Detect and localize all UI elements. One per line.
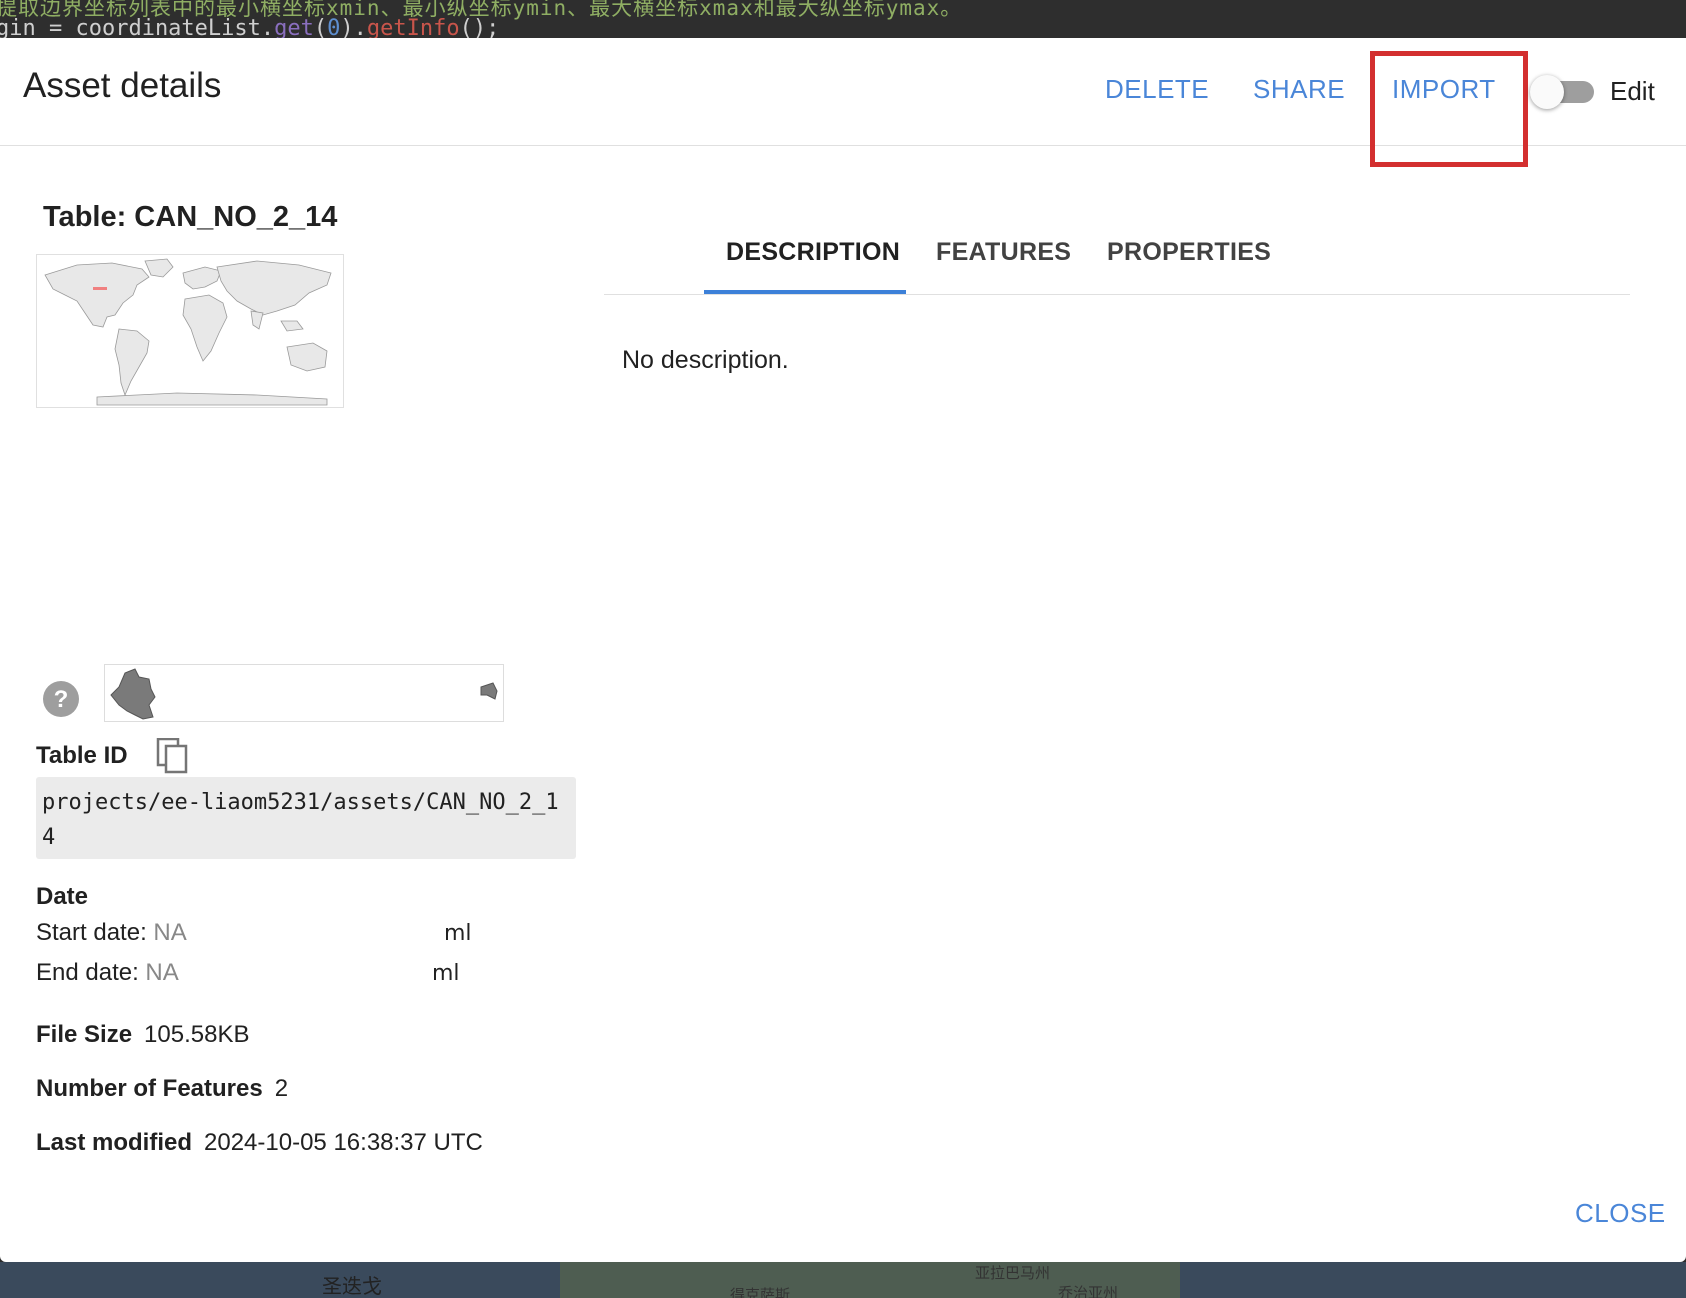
description-text: No description. — [622, 346, 789, 374]
toggle-thumb — [1530, 75, 1564, 109]
feature-count-label: Number of Features — [36, 1075, 263, 1102]
active-tab-indicator — [704, 290, 906, 294]
last-modified-value: 2024-10-05 16:38:37 UTC — [204, 1129, 483, 1156]
map-label: 亚拉巴马州 — [975, 1265, 1051, 1282]
end-date-row: End date: NA — [36, 959, 179, 987]
dialog-header: Asset details DELETE SHARE IMPORT Edit — [0, 38, 1686, 167]
edit-toggle[interactable] — [1530, 75, 1594, 109]
world-map-thumbnail — [36, 254, 344, 408]
file-size-value: 105.58KB — [144, 1021, 250, 1048]
feature-count-row: Number of Features 2 — [36, 1075, 288, 1103]
svg-text:?: ? — [54, 686, 69, 713]
map-label: 乔治亚州 — [1058, 1285, 1119, 1298]
geometry-preview — [104, 664, 504, 722]
table-id-label: Table ID — [36, 742, 128, 769]
end-date-picker-icon[interactable]: ml — [432, 961, 460, 986]
dialog-title: Asset details — [23, 66, 222, 105]
table-id-value[interactable]: projects/ee-liaom5231/assets/CAN_NO_2_14 — [36, 777, 576, 859]
start-date-label: Start date: — [36, 919, 147, 946]
file-size-row: File Size 105.58KB — [36, 1021, 249, 1049]
background-code-editor: 提取边界坐标列表中的最小横坐标xmin、最小纵坐标ymin、最大横坐标xmax和… — [0, 0, 1686, 40]
map-label: 得克萨斯 — [730, 1287, 791, 1298]
copy-icon[interactable] — [156, 738, 190, 774]
end-date-label: End date: — [36, 959, 139, 986]
date-section-label: Date — [36, 883, 89, 910]
code-line: gin = coordinateList.get(0).getInfo(); — [0, 16, 500, 40]
map-label: 圣迭戈 — [322, 1274, 382, 1298]
background-map: 圣迭戈 亚拉巴马州 得克萨斯 乔治亚州 — [0, 1262, 1686, 1298]
feature-count-value: 2 — [274, 1075, 289, 1102]
tab-features[interactable]: FEATURES — [936, 238, 1071, 267]
start-date-picker-icon[interactable]: ml — [444, 921, 472, 946]
last-modified-label: Last modified — [36, 1129, 193, 1156]
tab-description[interactable]: DESCRIPTION — [726, 238, 900, 267]
help-icon[interactable]: ? — [42, 680, 80, 718]
share-button[interactable]: SHARE — [1253, 74, 1345, 105]
asset-details-dialog: Asset details DELETE SHARE IMPORT Edit T… — [0, 38, 1686, 1262]
detail-tabs: DESCRIPTION FEATURES PROPERTIES — [604, 218, 1630, 295]
import-highlight-box — [1370, 51, 1528, 167]
tab-properties[interactable]: PROPERTIES — [1107, 238, 1271, 267]
start-date-value: NA — [153, 919, 187, 946]
close-button[interactable]: CLOSE — [1575, 1198, 1666, 1229]
edit-toggle-label: Edit — [1610, 76, 1655, 106]
delete-button[interactable]: DELETE — [1105, 74, 1209, 105]
end-date-value: NA — [145, 959, 179, 986]
table-title: Table: CAN_NO_2_14 — [43, 201, 338, 233]
last-modified-row: Last modified 2024-10-05 16:38:37 UTC — [36, 1129, 483, 1157]
start-date-row: Start date: NA — [36, 919, 187, 947]
asset-extent-marker — [93, 287, 107, 290]
file-size-label: File Size — [36, 1021, 133, 1048]
